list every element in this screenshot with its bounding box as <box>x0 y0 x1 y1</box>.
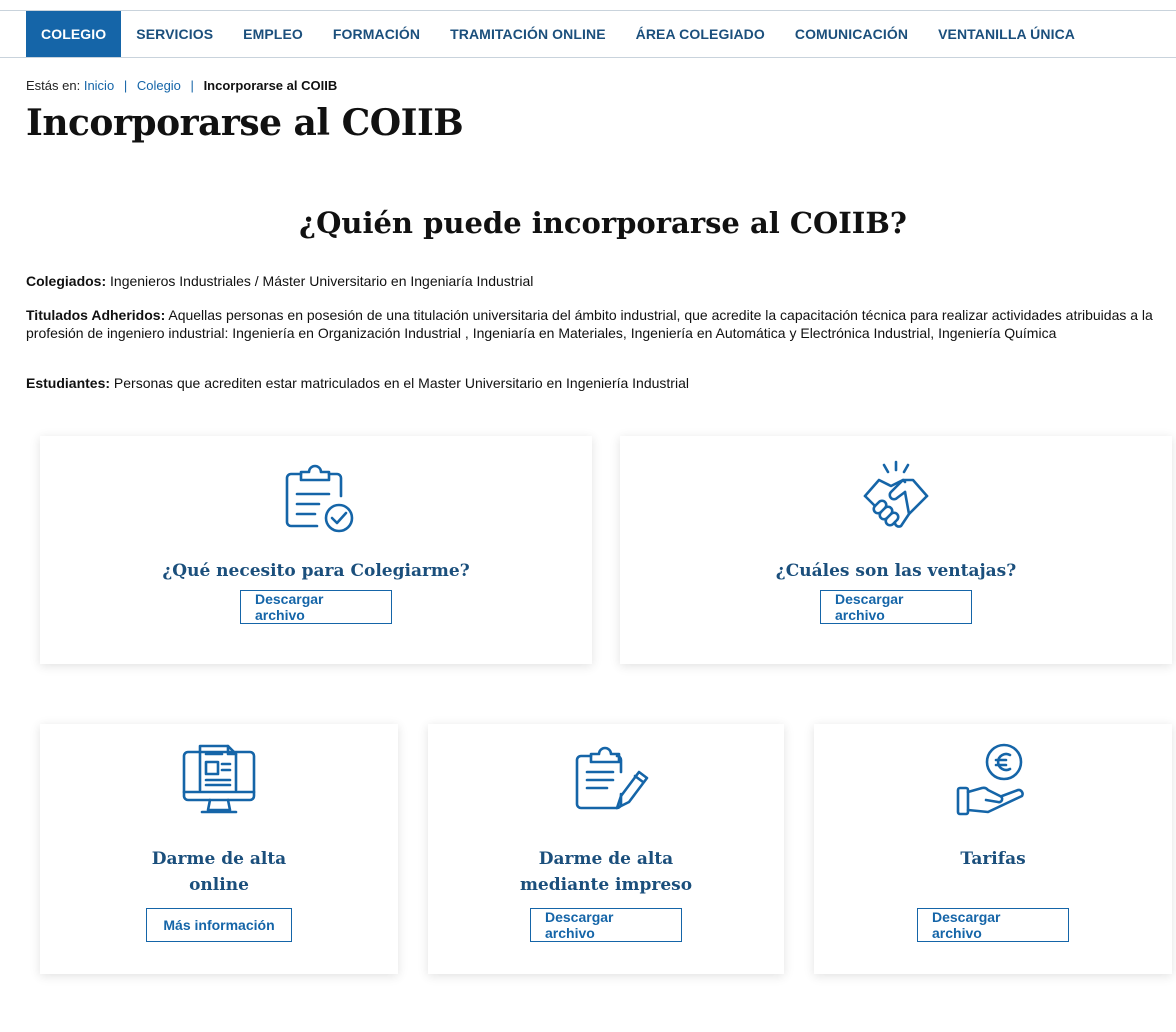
card-title-line2: mediante impreso <box>519 875 693 895</box>
breadcrumb-link-colegio[interactable]: Colegio <box>137 78 181 93</box>
nav-item-servicios[interactable]: SERVICIOS <box>121 11 228 57</box>
card-title-line2: online <box>189 875 249 895</box>
handshake-icon <box>863 460 929 528</box>
card-title: Darme de alta mediante impreso <box>520 846 692 898</box>
nav-item-colegio[interactable]: COLEGIO <box>26 11 122 57</box>
download-button[interactable]: Descargar archivo <box>240 590 392 624</box>
breadcrumb-link-inicio[interactable]: Inicio <box>84 78 114 93</box>
download-button[interactable]: Descargar archivo <box>530 908 682 942</box>
info-titulados: Titulados Adheridos: Aquellas personas e… <box>26 306 1156 342</box>
info-titulados-text: Aquellas personas en posesión de una tit… <box>26 307 1153 341</box>
card-title: ¿Qué necesito para Colegiarme? <box>162 561 470 581</box>
more-info-button[interactable]: Más información <box>146 908 292 942</box>
info-estudiantes-text: Personas que acrediten estar matriculado… <box>110 375 689 391</box>
info-colegiados: Colegiados: Ingenieros Industriales / Má… <box>26 272 1156 290</box>
breadcrumb-separator: | <box>123 78 128 93</box>
page-title: Incorporarse al COIIB <box>26 102 464 144</box>
clipboard-check-icon <box>285 464 354 533</box>
main-nav: COLEGIO SERVICIOS EMPLEO FORMACIÓN TRAMI… <box>0 10 1176 58</box>
hand-euro-icon <box>956 743 1024 816</box>
info-colegiados-label: Colegiados: <box>26 273 107 289</box>
nav-item-area-colegiado[interactable]: ÁREA COLEGIADO <box>621 11 780 57</box>
card-title: ¿Cuáles son las ventajas? <box>775 561 1017 581</box>
nav-item-formacion[interactable]: FORMACIÓN <box>318 11 435 57</box>
info-estudiantes-label: Estudiantes: <box>26 375 111 391</box>
card-tarifas: Tarifas Descargar archivo <box>814 724 1172 974</box>
section-title: ¿Quién puede incorporarse al COIIB? <box>299 206 907 240</box>
nav-item-comunicacion[interactable]: COMUNICACIÓN <box>780 11 923 57</box>
card-title-line1: Darme de alta <box>538 849 674 869</box>
nav-item-ventanilla-unica[interactable]: VENTANILLA ÚNICA <box>923 11 1090 57</box>
card-alta-impreso: Darme de alta mediante impreso Descargar… <box>428 724 784 974</box>
card-title: Tarifas <box>960 849 1026 869</box>
info-estudiantes: Estudiantes: Personas que acrediten esta… <box>26 374 1156 392</box>
computer-document-icon <box>182 744 256 814</box>
card-alta-online: Darme de alta online Más información <box>40 724 398 974</box>
info-colegiados-text: Ingenieros Industriales / Máster Univers… <box>106 273 534 289</box>
breadcrumb: Estás en: Inicio | Colegio | Incorporars… <box>26 78 337 93</box>
info-titulados-label: Titulados Adheridos: <box>26 307 166 323</box>
clipboard-pen-icon <box>575 746 649 810</box>
card-title: Darme de alta online <box>152 846 286 898</box>
card-requisitos: ¿Qué necesito para Colegiarme? Descargar… <box>40 436 592 664</box>
download-button[interactable]: Descargar archivo <box>917 908 1069 942</box>
card-ventajas: ¿Cuáles son las ventajas? Descargar arch… <box>620 436 1172 664</box>
breadcrumb-current: Incorporarse al COIIB <box>203 78 338 93</box>
nav-item-empleo[interactable]: EMPLEO <box>228 11 318 57</box>
download-button[interactable]: Descargar archivo <box>820 590 972 624</box>
breadcrumb-separator: | <box>190 78 194 93</box>
nav-item-tramitacion-online[interactable]: TRAMITACIÓN ONLINE <box>435 11 621 57</box>
card-title-line1: Darme de alta <box>151 849 287 869</box>
breadcrumb-prefix: Estás en: <box>26 78 81 93</box>
